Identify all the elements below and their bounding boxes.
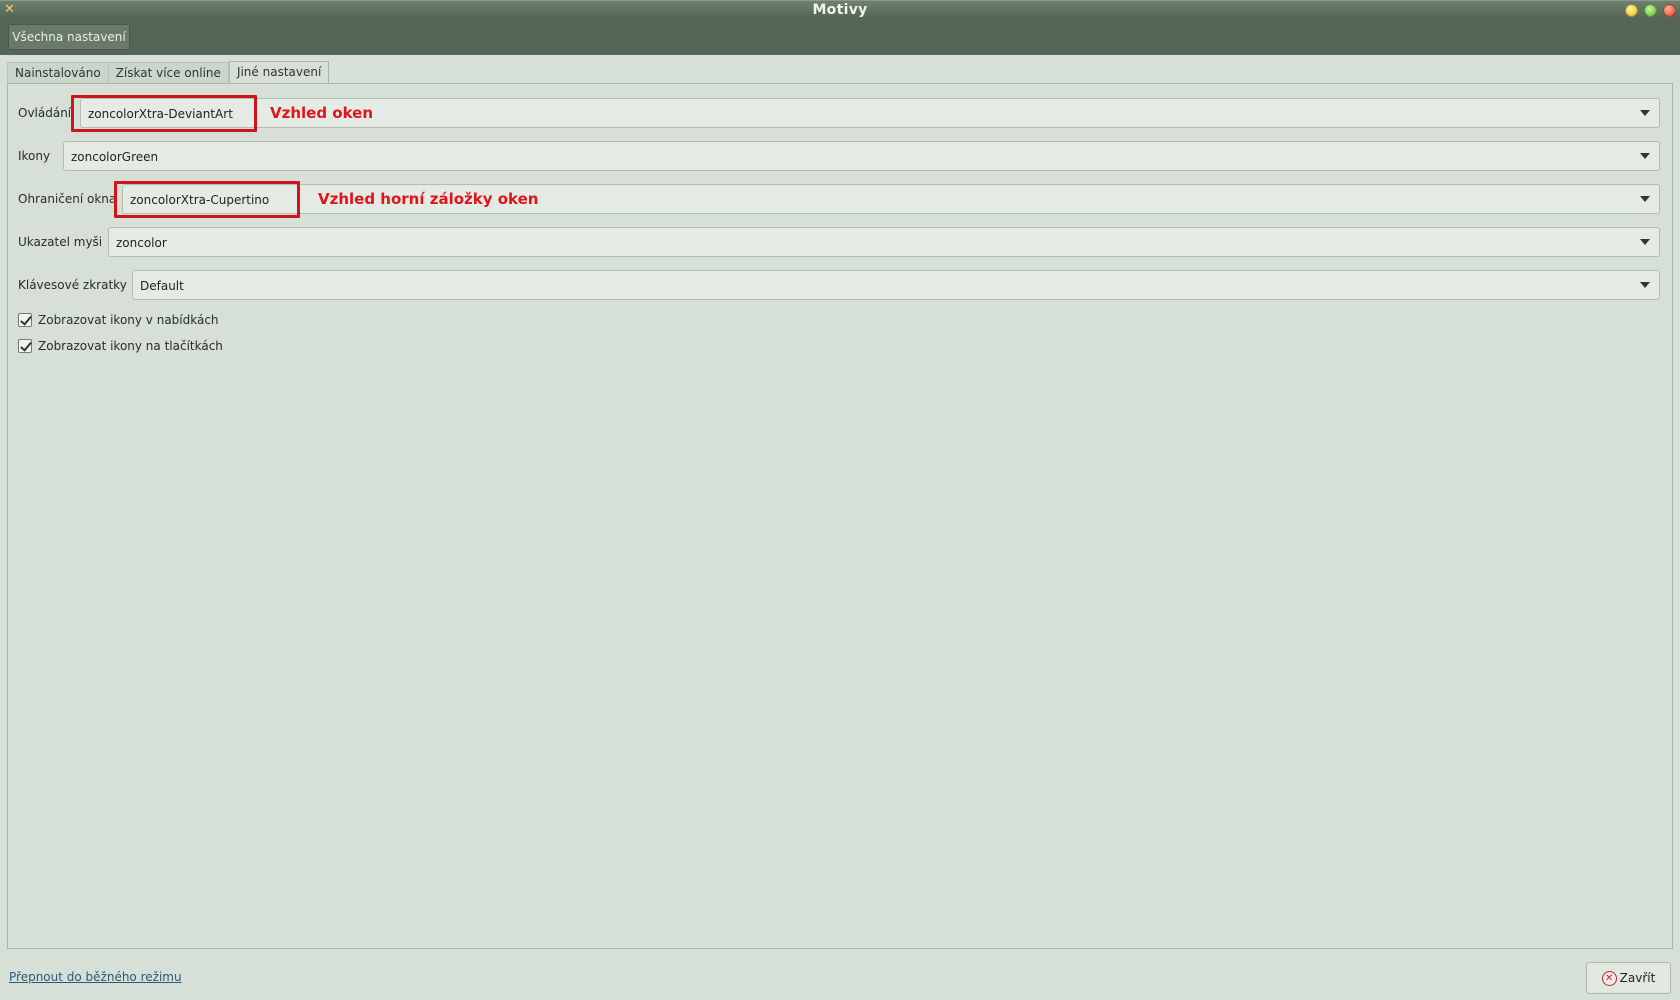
tab-installed[interactable]: Nainstalováno xyxy=(7,62,109,84)
chevron-down-icon xyxy=(1640,282,1650,288)
close-button-label: Zavřít xyxy=(1619,971,1656,985)
menu-icons-option[interactable]: Zobrazovat ikony v nabídkách xyxy=(18,311,219,329)
chevron-down-icon xyxy=(1640,110,1650,116)
close-icon: ✕ xyxy=(1601,970,1617,986)
window-border-value: zoncolorXtra-Cupertino xyxy=(130,193,270,207)
chevron-down-icon xyxy=(1640,196,1650,202)
shortcuts-row: Klávesové zkratky Default xyxy=(18,270,1660,300)
all-settings-button[interactable]: Všechna nastavení xyxy=(8,24,130,50)
button-icons-option[interactable]: Zobrazovat ikony na tlačítkách xyxy=(18,337,223,355)
window-border-row: Ohraničení okna zoncolorXtra-Cupertino V… xyxy=(18,181,1660,218)
controls-row: Ovládání zoncolorXtra-DeviantArt Vzhled … xyxy=(18,95,1660,132)
tab-bar: Nainstalováno Získat více online Jiné na… xyxy=(7,61,330,84)
mouse-pointer-row: Ukazatel myši zoncolor xyxy=(18,227,1660,257)
minimize-button[interactable] xyxy=(1625,4,1638,17)
controls-value: zoncolorXtra-DeviantArt xyxy=(88,107,233,121)
shortcuts-value: Default xyxy=(140,279,184,293)
tab-get-more-online[interactable]: Získat více online xyxy=(108,62,229,84)
icons-value: zoncolorGreen xyxy=(71,150,159,164)
window-controls xyxy=(1625,4,1676,17)
icons-label: Ikony xyxy=(18,149,51,163)
mouse-pointer-value: zoncolor xyxy=(116,236,167,250)
title-bar: ✕ Motivy xyxy=(0,0,1680,18)
menu-icons-label: Zobrazovat ikony v nabídkách xyxy=(38,313,219,327)
menu-icons-checkbox[interactable] xyxy=(18,313,32,327)
switch-mode-link[interactable]: Přepnout do běžného režimu xyxy=(9,970,182,984)
close-window-button[interactable] xyxy=(1663,4,1676,17)
shortcuts-combo[interactable]: Default xyxy=(132,270,1660,300)
window-title: Motivy xyxy=(812,2,868,18)
close-button[interactable]: ✕ Zavřít xyxy=(1586,962,1671,994)
icons-row: Ikony zoncolorGreen xyxy=(18,141,1660,171)
toolbar: Všechna nastavení xyxy=(0,18,1680,55)
window-border-label: Ohraničení okna xyxy=(18,192,117,206)
mouse-pointer-combo[interactable]: zoncolor xyxy=(108,227,1660,257)
controls-annotation: Vzhled oken xyxy=(270,104,374,122)
tab-other-settings[interactable]: Jiné nastavení xyxy=(228,61,330,84)
mouse-pointer-label: Ukazatel myši xyxy=(18,235,103,249)
window-border-annotation: Vzhled horní záložky oken xyxy=(318,190,539,208)
chevron-down-icon xyxy=(1640,239,1650,245)
chevron-down-icon xyxy=(1640,153,1650,159)
button-icons-checkbox[interactable] xyxy=(18,339,32,353)
icons-combo[interactable]: zoncolorGreen xyxy=(63,141,1660,171)
shortcuts-label: Klávesové zkratky xyxy=(18,278,127,292)
maximize-button[interactable] xyxy=(1644,4,1657,17)
button-icons-label: Zobrazovat ikony na tlačítkách xyxy=(38,339,223,353)
controls-label: Ovládání xyxy=(18,106,72,120)
settings-panel: Ovládání zoncolorXtra-DeviantArt Vzhled … xyxy=(7,83,1673,949)
